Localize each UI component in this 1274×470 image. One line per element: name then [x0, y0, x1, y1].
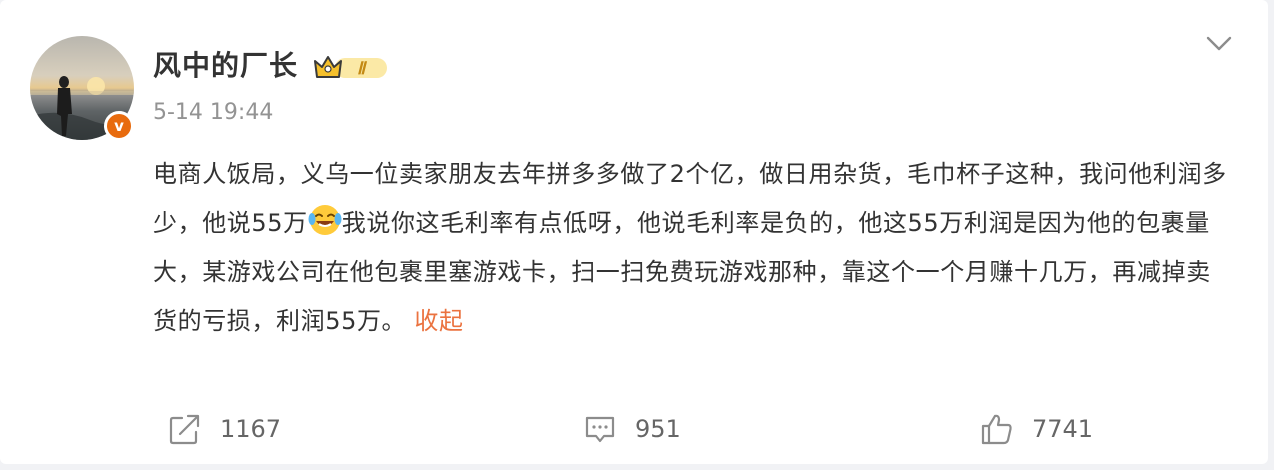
repost-icon: [169, 414, 200, 445]
laugh-cry-emoji-icon: [308, 203, 342, 237]
post-action-bar: 1167 951 7741: [0, 402, 1268, 456]
chevron-down-icon: [1206, 36, 1232, 51]
post-content: 电商人饭局，义乌一位卖家朋友去年拼多多做了2个亿，做日用杂货，毛巾杯子这种，我问…: [153, 150, 1233, 346]
repost-button[interactable]: 1167: [168, 402, 281, 456]
comment-icon: [585, 416, 615, 443]
like-button[interactable]: 7741: [980, 402, 1093, 456]
collapse-link[interactable]: 收起: [414, 307, 463, 335]
comment-count: 951: [635, 415, 681, 443]
crown-icon: Ⅱ: [314, 56, 387, 78]
verified-badge: v: [104, 111, 134, 141]
like-count: 7741: [1032, 415, 1094, 443]
comment-button[interactable]: 951: [583, 402, 681, 456]
post-timestamp[interactable]: 5-14 19:44: [153, 97, 273, 129]
member-level-badge[interactable]: Ⅱ: [313, 52, 389, 82]
post-card: v 风中的厂长 Ⅱ 5-14 19:44 电商人饭局，义乌一位卖家朋友去年拼多多…: [0, 0, 1268, 464]
username[interactable]: 风中的厂长: [153, 46, 298, 86]
post-menu-button[interactable]: [1203, 30, 1235, 58]
repost-count: 1167: [220, 415, 282, 443]
thumbs-up-icon: [981, 414, 1012, 445]
